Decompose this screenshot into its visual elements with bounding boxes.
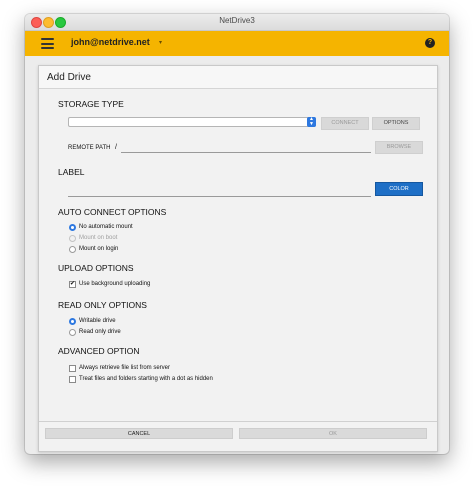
read-only-heading: READ ONLY OPTIONS <box>58 300 147 310</box>
read-only-drive-label: Read only drive <box>79 329 121 335</box>
label-heading: LABEL <box>58 167 85 177</box>
advanced-option-heading: ADVANCED OPTION <box>58 346 140 356</box>
select-arrows-icon: ▲ ▼ <box>307 117 316 127</box>
background-uploading-label: Use background uploading <box>79 281 151 287</box>
browse-button[interactable]: BROWSE <box>375 141 423 154</box>
panel-header: Add Drive <box>39 66 437 89</box>
add-drive-panel: Add Drive STORAGE TYPE ▲ ▼ CONNECT OPTION… <box>38 65 438 452</box>
account-name[interactable]: john@netdrive.net <box>71 37 150 47</box>
radio-mount-on-boot <box>69 235 76 242</box>
radio-no-automatic-mount[interactable] <box>69 224 76 231</box>
mount-on-login-label: Mount on login <box>79 246 119 252</box>
ok-button[interactable]: OK <box>239 428 427 439</box>
radio-writable-drive[interactable] <box>69 318 76 325</box>
remote-path-input[interactable] <box>121 142 371 153</box>
radio-mount-on-login[interactable] <box>69 246 76 253</box>
always-retrieve-checkbox[interactable] <box>69 365 76 372</box>
dot-hidden-checkbox[interactable] <box>69 376 76 383</box>
app-header: john@netdrive.net ▾ ? <box>25 31 449 56</box>
remote-path-prefix: / <box>115 144 117 151</box>
radio-read-only-drive[interactable] <box>69 329 76 336</box>
remote-path-label: REMOTE PATH <box>68 145 111 151</box>
panel-title: Add Drive <box>47 72 91 83</box>
chevron-down-icon[interactable]: ▾ <box>159 39 162 46</box>
help-icon[interactable]: ? <box>425 38 435 48</box>
color-button[interactable]: COLOR <box>375 182 423 196</box>
app-window: NetDrive3 john@netdrive.net ▾ ? Add Driv… <box>25 14 449 454</box>
menu-icon[interactable] <box>41 38 54 49</box>
storage-type-select[interactable]: ▲ ▼ <box>68 117 316 127</box>
window-title: NetDrive3 <box>219 16 255 25</box>
storage-type-heading: STORAGE TYPE <box>58 99 124 109</box>
upload-options-heading: UPLOAD OPTIONS <box>58 263 134 273</box>
background-uploading-checkbox[interactable]: ✔ <box>69 281 76 288</box>
label-input[interactable] <box>68 186 371 197</box>
options-button[interactable]: OPTIONS <box>372 117 420 130</box>
title-bar: NetDrive3 <box>25 14 449 31</box>
mount-on-boot-label: Mount on boot <box>79 235 118 241</box>
writable-drive-label: Writable drive <box>79 318 116 324</box>
no-automatic-mount-label: No automatic mount <box>79 224 133 230</box>
footer-divider <box>39 421 437 422</box>
dot-hidden-label: Treat files and folders starting with a … <box>79 376 213 382</box>
connect-button[interactable]: CONNECT <box>321 117 369 130</box>
always-retrieve-label: Always retrieve file list from server <box>79 365 171 371</box>
cancel-button[interactable]: CANCEL <box>45 428 233 439</box>
auto-connect-heading: AUTO CONNECT OPTIONS <box>58 207 167 217</box>
